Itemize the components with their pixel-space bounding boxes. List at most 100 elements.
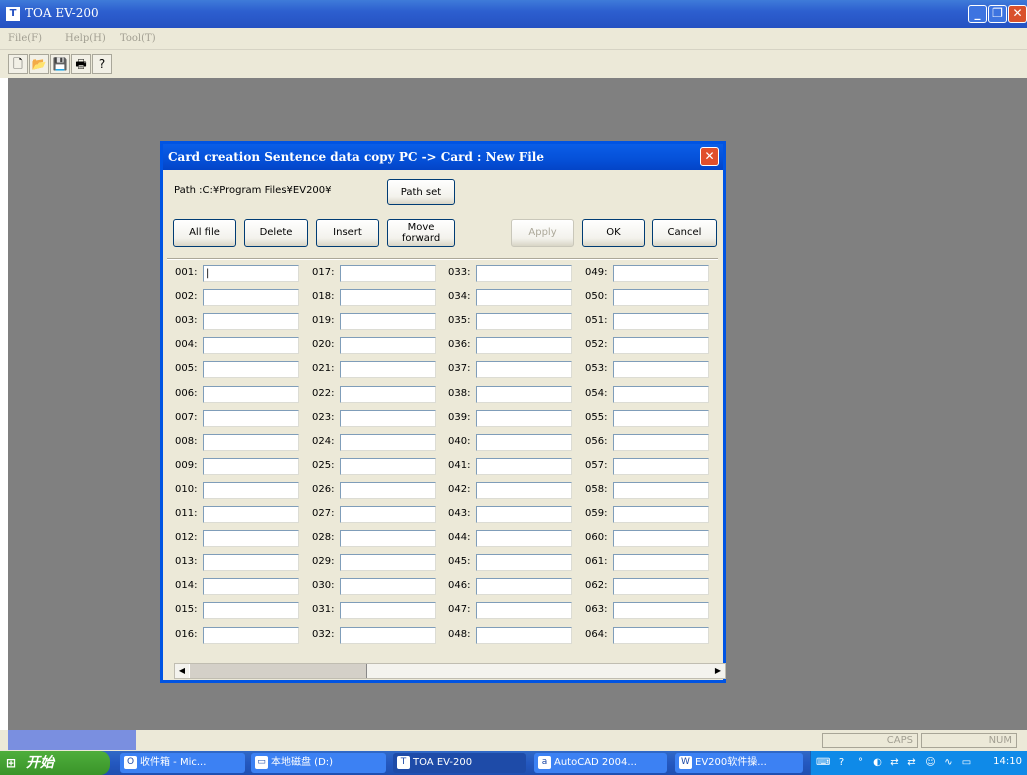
slot-input[interactable] bbox=[340, 410, 436, 427]
taskbar-item-autocad[interactable]: a AutoCAD 2004... bbox=[534, 753, 667, 773]
slot-input[interactable] bbox=[203, 530, 299, 547]
slot-input[interactable] bbox=[613, 627, 709, 644]
slot-input[interactable] bbox=[476, 554, 572, 571]
slot-input[interactable] bbox=[340, 361, 436, 378]
save-disk-icon[interactable]: 💾 bbox=[50, 54, 70, 74]
slot-input[interactable] bbox=[476, 289, 572, 306]
taskbar-item-inbox[interactable]: O 收件箱 - Mic... bbox=[120, 753, 245, 773]
slot-input[interactable] bbox=[476, 386, 572, 403]
scroll-left-icon[interactable]: ◀ bbox=[175, 664, 189, 678]
slot-input[interactable] bbox=[203, 313, 299, 330]
slot-input[interactable] bbox=[203, 578, 299, 595]
slot-input[interactable] bbox=[613, 289, 709, 306]
slot-input[interactable] bbox=[340, 482, 436, 499]
slot-input[interactable] bbox=[203, 482, 299, 499]
slot-input[interactable] bbox=[476, 434, 572, 451]
ime-icon[interactable]: ° bbox=[854, 756, 867, 769]
slot-input[interactable] bbox=[203, 386, 299, 403]
path-set-button[interactable]: Path set bbox=[387, 179, 455, 205]
taskbar-item-toa-ev200[interactable]: T TOA EV-200 bbox=[393, 753, 526, 773]
taskbar-item-ev200-doc[interactable]: W EV200软件操... bbox=[675, 753, 803, 773]
display-icon[interactable]: ▭ bbox=[960, 756, 973, 769]
slot-input[interactable]: | bbox=[203, 265, 299, 282]
slot-input[interactable] bbox=[340, 313, 436, 330]
all-file-button[interactable]: All file bbox=[173, 219, 236, 247]
slot-input[interactable] bbox=[476, 482, 572, 499]
slot-input[interactable] bbox=[203, 410, 299, 427]
taskbar-item-local-disk[interactable]: ▭ 本地磁盘 (D:) bbox=[251, 753, 386, 773]
start-button[interactable]: ⊞ 开始 bbox=[0, 751, 110, 775]
slot-input[interactable] bbox=[203, 337, 299, 354]
slot-input[interactable] bbox=[476, 410, 572, 427]
slot-input[interactable] bbox=[613, 506, 709, 523]
slot-input[interactable] bbox=[340, 458, 436, 475]
horizontal-scrollbar[interactable]: ◀ ▶ bbox=[174, 663, 726, 679]
restore-button[interactable]: ❐ bbox=[988, 5, 1007, 23]
slot-input[interactable] bbox=[340, 289, 436, 306]
slot-input[interactable] bbox=[340, 602, 436, 619]
scroll-right-icon[interactable]: ▶ bbox=[711, 664, 725, 678]
ok-button[interactable]: OK bbox=[582, 219, 645, 247]
slot-input[interactable] bbox=[476, 627, 572, 644]
slot-input[interactable] bbox=[476, 265, 572, 282]
slot-input[interactable] bbox=[613, 434, 709, 451]
wave-icon[interactable]: ∿ bbox=[942, 756, 955, 769]
slot-input[interactable] bbox=[613, 313, 709, 330]
slot-input[interactable] bbox=[203, 434, 299, 451]
slot-input[interactable] bbox=[613, 578, 709, 595]
menu-help[interactable]: Help(H) bbox=[65, 33, 106, 44]
slot-input[interactable] bbox=[340, 578, 436, 595]
slot-input[interactable] bbox=[613, 482, 709, 499]
move-forward-button[interactable]: Move forward bbox=[387, 219, 455, 247]
dialog-close-button[interactable]: ✕ bbox=[700, 147, 719, 166]
slot-input[interactable] bbox=[613, 554, 709, 571]
network2-icon[interactable]: ⇄ bbox=[905, 756, 918, 769]
cancel-button[interactable]: Cancel bbox=[652, 219, 717, 247]
slot-input[interactable] bbox=[203, 361, 299, 378]
slot-input[interactable] bbox=[203, 554, 299, 571]
slot-input[interactable] bbox=[476, 313, 572, 330]
volume-icon[interactable]: ◐ bbox=[871, 756, 884, 769]
slot-input[interactable] bbox=[613, 602, 709, 619]
open-folder-icon[interactable]: 📂 bbox=[29, 54, 49, 74]
app-close-button[interactable]: ✕ bbox=[1008, 5, 1027, 23]
slot-input[interactable] bbox=[340, 434, 436, 451]
scrollbar-thumb[interactable] bbox=[189, 664, 367, 678]
menu-file[interactable]: File(F) bbox=[8, 33, 42, 44]
slot-input[interactable] bbox=[476, 458, 572, 475]
network-icon[interactable]: ⇄ bbox=[888, 756, 901, 769]
slot-input[interactable] bbox=[613, 458, 709, 475]
insert-button[interactable]: Insert bbox=[316, 219, 379, 247]
help-tray-icon[interactable]: ? bbox=[835, 756, 848, 769]
slot-input[interactable] bbox=[203, 458, 299, 475]
slot-input[interactable] bbox=[613, 410, 709, 427]
minimize-button[interactable]: _ bbox=[968, 5, 987, 23]
slot-input[interactable] bbox=[476, 337, 572, 354]
slot-input[interactable] bbox=[340, 337, 436, 354]
slot-input[interactable] bbox=[476, 506, 572, 523]
menu-tool[interactable]: Tool(T) bbox=[120, 33, 156, 44]
people-icon[interactable]: ☺ bbox=[924, 756, 937, 769]
print-icon[interactable]: 🖶 bbox=[71, 54, 91, 74]
new-file-icon[interactable]: 🗋 bbox=[8, 54, 28, 74]
slot-input[interactable] bbox=[340, 530, 436, 547]
slot-input[interactable] bbox=[203, 602, 299, 619]
slot-input[interactable] bbox=[476, 361, 572, 378]
slot-input[interactable] bbox=[613, 530, 709, 547]
slot-input[interactable] bbox=[340, 554, 436, 571]
slot-input[interactable] bbox=[613, 361, 709, 378]
slot-input[interactable] bbox=[340, 627, 436, 644]
delete-button[interactable]: Delete bbox=[244, 219, 308, 247]
slot-input[interactable] bbox=[476, 602, 572, 619]
slot-input[interactable] bbox=[613, 265, 709, 282]
keyboard-icon[interactable]: ⌨ bbox=[816, 756, 830, 769]
slot-input[interactable] bbox=[613, 337, 709, 354]
slot-input[interactable] bbox=[203, 506, 299, 523]
slot-input[interactable] bbox=[203, 289, 299, 306]
slot-input[interactable] bbox=[340, 265, 436, 282]
slot-input[interactable] bbox=[476, 530, 572, 547]
slot-input[interactable] bbox=[476, 578, 572, 595]
slot-input[interactable] bbox=[613, 386, 709, 403]
slot-input[interactable] bbox=[340, 506, 436, 523]
slot-input[interactable] bbox=[340, 386, 436, 403]
